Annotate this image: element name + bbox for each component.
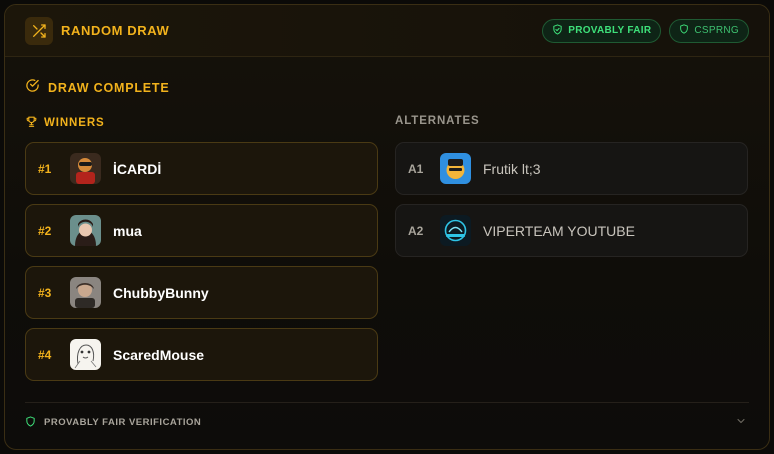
alternates-heading-label: ALTERNATES: [395, 115, 480, 127]
chevron-down-icon[interactable]: [735, 414, 747, 432]
alternates-heading: ALTERNATES: [395, 115, 480, 127]
winner-row[interactable]: #4 ScaredMouse: [25, 328, 378, 381]
alternate-name: Frutik lt;3: [483, 160, 541, 177]
shield-icon: [25, 414, 36, 432]
alternate-row[interactable]: A2 VIPERTEAM YOUTUBE: [395, 204, 748, 257]
draw-status: DRAW COMPLETE: [25, 78, 170, 98]
winner-row[interactable]: #1 İCARDİ: [25, 142, 378, 195]
winner-rank: #3: [38, 285, 52, 300]
alternate-name: VIPERTEAM YOUTUBE: [483, 222, 635, 239]
avatar: [70, 215, 101, 246]
check-circle-icon: [25, 78, 40, 98]
alternate-rank: A2: [408, 223, 424, 238]
provably-fair-badge: PROVABLY FAIR: [542, 18, 662, 43]
winner-rank: #2: [38, 223, 52, 238]
page-title: RANDOM DRAW: [61, 23, 170, 38]
winner-row[interactable]: #2 mua: [25, 204, 378, 257]
winner-name: ScaredMouse: [113, 346, 205, 363]
winners-heading: WINNERS: [25, 115, 105, 131]
csprng-badge: CSPRNG: [669, 18, 749, 43]
card-header: RANDOM DRAW PROVABLY FAIR CSPRNG: [5, 5, 769, 57]
avatar: [440, 215, 471, 246]
winner-rank: #4: [38, 347, 52, 362]
winner-name: ChubbyBunny: [113, 284, 209, 301]
avatar: [70, 153, 101, 184]
avatar: [440, 153, 471, 184]
winners-heading-label: WINNERS: [44, 117, 105, 129]
winner-row[interactable]: #3 ChubbyBunny: [25, 266, 378, 319]
winner-rank: #1: [38, 161, 52, 176]
provably-fair-badge-label: PROVABLY FAIR: [568, 25, 652, 36]
verification-label: PROVABLY FAIR VERIFICATION: [44, 417, 202, 428]
random-draw-card: RANDOM DRAW PROVABLY FAIR CSPRNG DRAW CO…: [4, 4, 770, 450]
avatar: [70, 277, 101, 308]
alternate-rank: A1: [408, 161, 424, 176]
verification-toggle[interactable]: PROVABLY FAIR VERIFICATION: [25, 402, 749, 442]
trophy-icon: [25, 115, 38, 131]
csprng-badge-label: CSPRNG: [694, 25, 739, 36]
draw-status-label: DRAW COMPLETE: [48, 81, 170, 95]
winner-name: İCARDİ: [113, 160, 162, 177]
shuffle-icon: [25, 16, 53, 45]
shield-check-icon: [552, 23, 563, 38]
avatar: [70, 339, 101, 370]
shield-icon: [679, 24, 689, 37]
winner-name: mua: [113, 222, 142, 239]
alternate-row[interactable]: A1 Frutik lt;3: [395, 142, 748, 195]
